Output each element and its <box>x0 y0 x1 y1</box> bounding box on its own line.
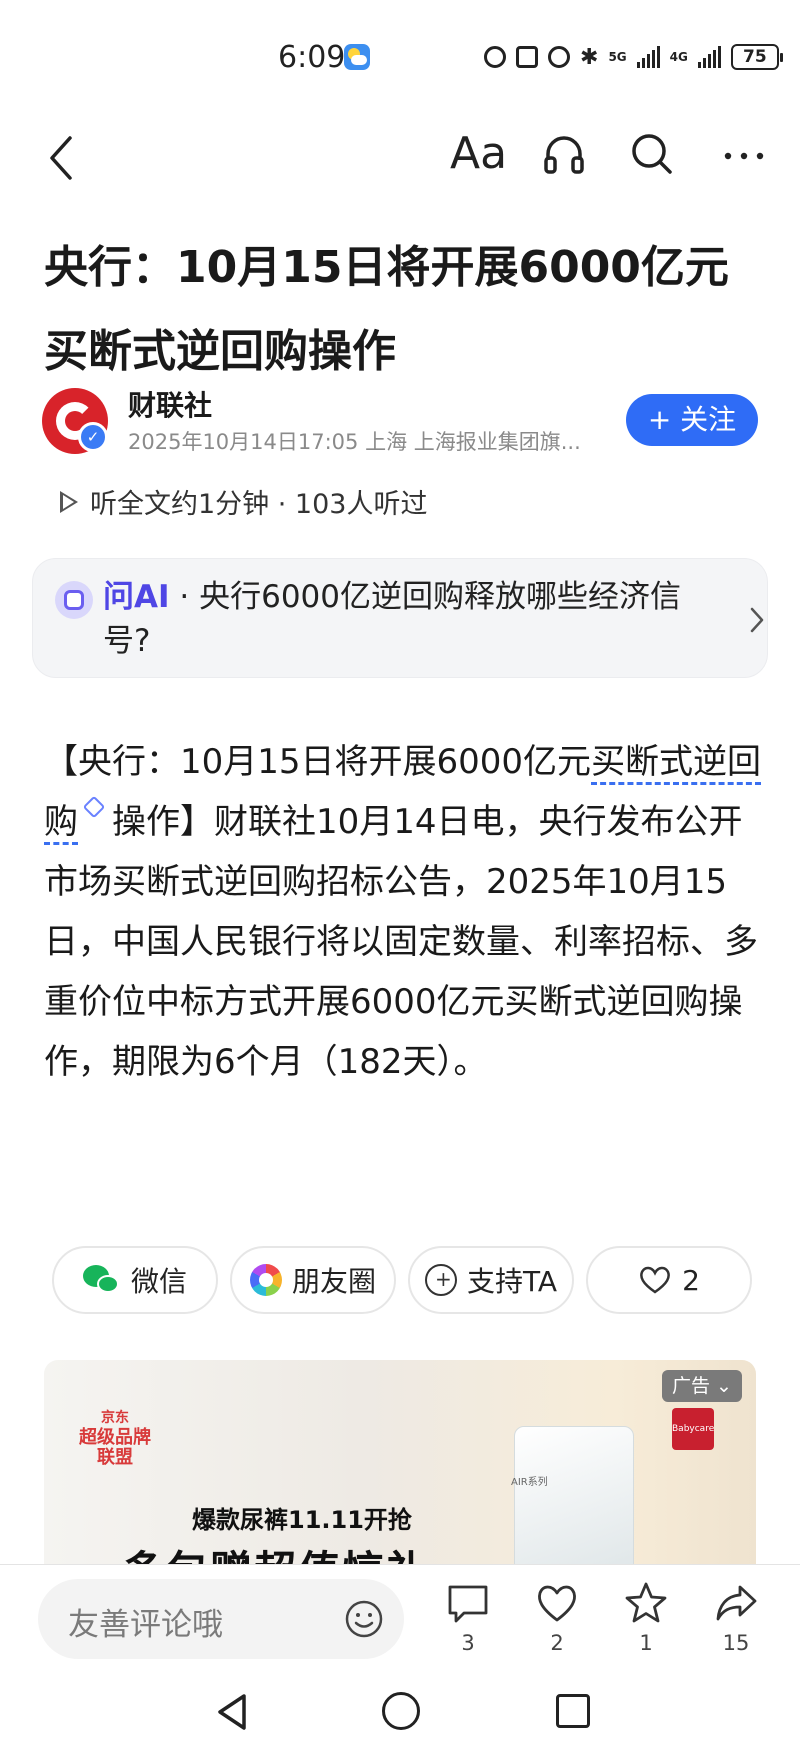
follow-button[interactable]: + 关注 <box>626 394 758 446</box>
nfc-icon <box>516 46 538 68</box>
chevron-right-icon <box>750 607 764 633</box>
system-back-icon[interactable] <box>212 1690 252 1734</box>
battery-indicator: 75 <box>730 44 783 70</box>
like-bar-count: 2 <box>550 1631 564 1655</box>
heart-icon <box>538 1585 576 1622</box>
ad-banner[interactable]: 京东超级品牌联盟 爆款尿裤11.11开抢 多包赠超值惊礼 AIR系列 广告 ⌄ … <box>44 1360 756 1566</box>
ad-logo: Babycare <box>672 1408 714 1450</box>
headphone-icon[interactable] <box>540 130 588 178</box>
chevron-down-icon: ⌄ <box>710 1375 732 1397</box>
comment-icon <box>448 1585 488 1623</box>
comment-input[interactable]: 友善评论哦 <box>38 1579 404 1659</box>
ad-tag-button[interactable]: 广告 ⌄ <box>662 1370 742 1402</box>
support-button[interactable]: 支持TA <box>408 1246 574 1314</box>
font-size-button[interactable]: Aa <box>450 128 507 179</box>
article-meta: 2025年10月14日17:05 上海 上海报业集团旗... <box>128 430 581 454</box>
bottom-action-bar: 友善评论哦 3 2 1 15 <box>0 1564 800 1670</box>
ask-ai-card[interactable]: 问AI · 央行6000亿逆回购释放哪些经济信号? <box>32 558 768 678</box>
support-icon <box>424 1264 457 1296</box>
network-5g-label: 5G <box>608 50 627 64</box>
network-4g-label: 4G <box>669 50 688 64</box>
wechat-icon <box>82 1265 121 1295</box>
comment-count: 3 <box>461 1631 475 1655</box>
favorite-count: 1 <box>639 1631 653 1655</box>
system-nav-bar <box>0 1670 800 1760</box>
listen-label: 听全文约1分钟 · 103人听过 <box>90 489 428 520</box>
comment-placeholder: 友善评论哦 <box>68 1607 223 1643</box>
share-wechat-button[interactable]: 微信 <box>52 1246 218 1314</box>
like-button[interactable]: 2 <box>586 1246 752 1314</box>
share-row: 微信 朋友圈 支持TA 2 <box>52 1246 752 1314</box>
share-bar-button[interactable]: 15 <box>706 1581 766 1655</box>
heart-icon <box>640 1266 670 1294</box>
ai-question-text: · 央行6000亿逆回购释放哪些经济信号? <box>103 579 681 659</box>
search-icon[interactable] <box>628 130 676 178</box>
emoji-icon[interactable] <box>344 1599 384 1639</box>
status-icons: ✱ 5G 4G 75 <box>484 44 783 70</box>
status-time: 6:09 <box>278 40 346 75</box>
ai-label: 问AI <box>103 579 170 615</box>
ad-headline: 多包赠超值惊礼 <box>122 1538 430 1566</box>
share-moments-button[interactable]: 朋友圈 <box>230 1246 396 1314</box>
article-title: 央行：10月15日将开展6000亿元买断式逆回购操作 <box>44 242 729 377</box>
system-recent-apps-icon[interactable] <box>556 1694 590 1728</box>
listen-full-text[interactable]: 听全文约1分钟 · 103人听过 <box>60 482 427 521</box>
signal-5g-icon <box>636 46 660 68</box>
ad-brand-name: 超级品牌联盟 <box>79 1427 151 1468</box>
more-icon[interactable] <box>720 130 768 178</box>
play-icon <box>60 490 78 513</box>
ad-brand: 京东 超级品牌联盟 <box>72 1408 158 1468</box>
share-moments-label: 朋友圈 <box>291 1265 376 1298</box>
share-wechat-label: 微信 <box>130 1265 187 1298</box>
ad-tag-label: 广告 <box>672 1375 711 1397</box>
like-count: 2 <box>682 1263 700 1297</box>
author-name[interactable]: 财联社 <box>128 384 212 424</box>
article-body: 【央行：10月15日将开展6000亿元买断式逆回购 操作】财联社10月14日电，央… <box>44 732 762 1092</box>
ad-brand-top: 京东 <box>101 1410 129 1426</box>
alarm-icon <box>548 46 570 68</box>
ad-subtitle: 爆款尿裤11.11开抢 <box>192 1506 412 1534</box>
like-bar-button[interactable]: 2 <box>527 1581 587 1655</box>
ai-term-icon[interactable] <box>82 795 106 819</box>
back-arrow-icon[interactable] <box>46 134 76 182</box>
weather-icon <box>344 44 370 70</box>
ai-question: 问AI · 央行6000亿逆回购释放哪些经济信号? <box>103 575 703 663</box>
ad-product-label: AIR系列 <box>511 1477 548 1488</box>
article-body-start: 【央行：10月15日将开展6000亿元 <box>44 742 592 782</box>
favorite-button[interactable]: 1 <box>616 1581 676 1655</box>
signal-4g-icon <box>697 46 721 68</box>
share-count: 15 <box>722 1631 750 1655</box>
comment-button[interactable]: 3 <box>438 1581 498 1655</box>
verified-icon: ✓ <box>78 422 108 452</box>
star-icon <box>625 1582 667 1623</box>
support-label: 支持TA <box>466 1265 558 1298</box>
status-bar: 6:09 ✱ 5G 4G 75 <box>0 0 800 110</box>
ad-product-image: AIR系列 <box>511 1426 634 1566</box>
moments-icon <box>249 1264 282 1296</box>
ai-icon <box>55 581 93 619</box>
hd-call-icon <box>484 46 506 68</box>
bluetooth-icon: ✱ <box>580 44 599 70</box>
system-home-icon[interactable] <box>382 1692 420 1730</box>
article-body-rest: 操作】财联社10月14日电，央行发布公开市场买断式逆回购招标公告，2025年10… <box>44 802 758 1082</box>
top-nav: Aa <box>0 110 800 200</box>
share-icon <box>716 1585 757 1621</box>
